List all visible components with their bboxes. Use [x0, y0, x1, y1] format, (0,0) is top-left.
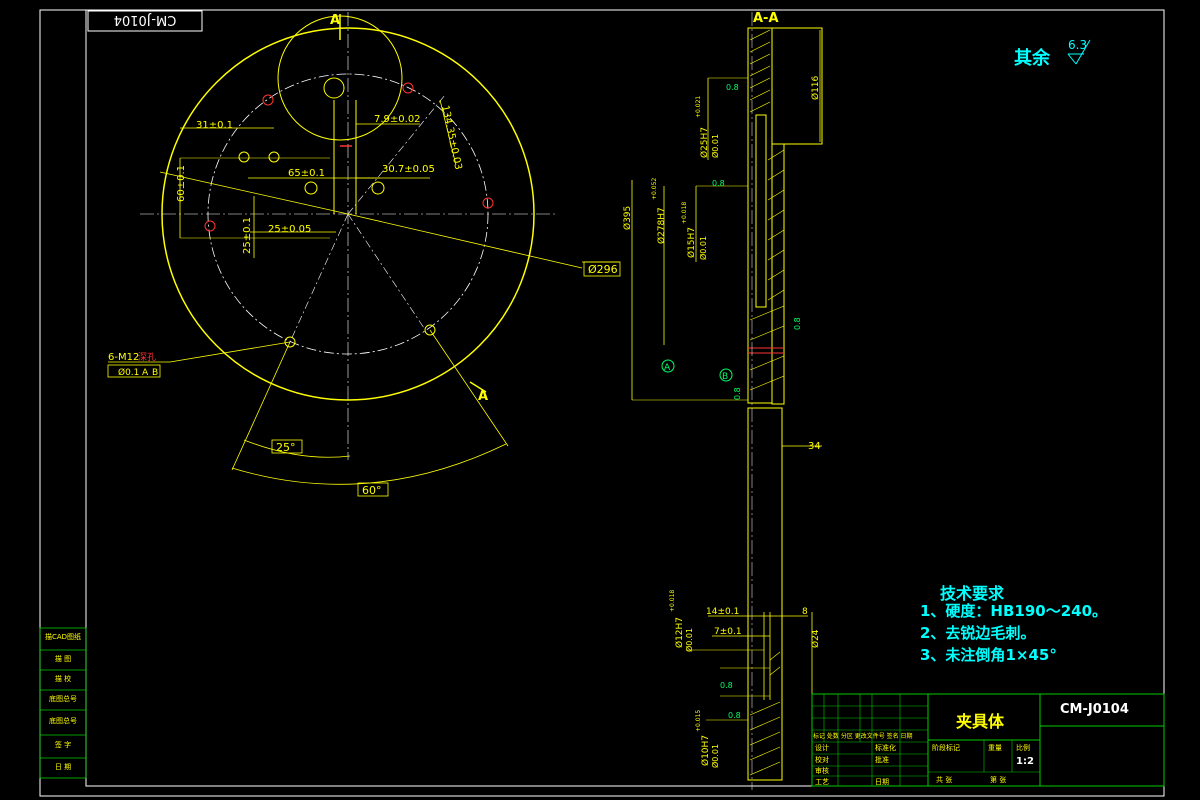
- dim-3: 134.35±0.03: [439, 104, 463, 170]
- sdim-22: Ø0.01: [710, 744, 720, 768]
- sdim-5: 0.8: [712, 179, 725, 188]
- side-stamp-3: 描 校: [54, 675, 72, 683]
- tech-requirement-3: 3、未注倒角1×45°: [920, 646, 1057, 664]
- locating-hole-2: [268, 151, 280, 163]
- sdim-17: Ø0.01: [684, 628, 694, 652]
- sdim-7: Ø278H7: [656, 207, 667, 244]
- section-label: A-A: [753, 11, 779, 26]
- inner-frame: [85, 9, 1165, 787]
- surface-finish-label: 其余: [1014, 48, 1050, 69]
- dim-5: 30.7±0.05: [382, 164, 435, 175]
- side-stamp-1: 描CAD图纸: [44, 633, 82, 641]
- dim-8: 25±0.05: [268, 224, 311, 235]
- dim-10b: 深孔: [138, 352, 156, 363]
- dim-7: 25±0.1: [242, 217, 253, 254]
- center-line-diag3: [347, 94, 446, 215]
- tb-header-row: 标记 处数 分区 更改文件号 签名 日期: [813, 733, 913, 740]
- drawing-code: CM-J0104: [1060, 702, 1129, 717]
- sdim-18: Ø24: [810, 629, 821, 648]
- dim-6: 60±0.1: [176, 165, 187, 202]
- sdim-1: Ø116: [810, 75, 821, 100]
- dim-1: 7.9±0.02: [374, 114, 421, 125]
- sdim-6: Ø395: [622, 206, 633, 230]
- sdim-21: Ø10H7: [700, 735, 711, 766]
- tb-review: 审核: [815, 767, 829, 775]
- sdim-16: Ø12H7: [674, 617, 685, 648]
- side-stamp-2: 描 图: [54, 655, 72, 663]
- dim-9: Ø296: [588, 263, 618, 276]
- front-view: A A 7.9±0.02 31±0.1 134.35±0.03 65±0.1 3…: [107, 12, 621, 497]
- datum-b: B: [722, 372, 728, 382]
- tb-process: 工艺: [815, 778, 829, 786]
- tb-standard: 标准化: [875, 744, 896, 752]
- locating-hole-4: [371, 181, 385, 195]
- tb-date: 日期: [875, 778, 889, 786]
- sdim-11: 0.8: [733, 387, 742, 400]
- angle-60: 60°: [362, 484, 382, 497]
- scale-value: 1:2: [1016, 756, 1034, 767]
- tb-total-sheets: 共 张: [936, 776, 953, 784]
- angle-25: 25°: [276, 441, 296, 454]
- datum-a: A: [664, 363, 671, 373]
- m12-hole-1: [262, 94, 274, 106]
- tb-check: 校对: [815, 756, 829, 764]
- sdim-12: 34: [808, 441, 821, 452]
- sdim-2: 0.8: [726, 83, 739, 92]
- sdim-8b: +0.018: [681, 202, 688, 224]
- dim-4: 65±0.1: [288, 168, 325, 179]
- sdim-10: 0.8: [793, 317, 802, 330]
- mirrored-code: CM-J0104: [114, 12, 177, 27]
- locating-hole-3: [304, 181, 318, 195]
- tb-sheet-no: 第 张: [990, 776, 1007, 784]
- section-mark-a-top: A: [330, 13, 340, 28]
- side-stamp-4: 底图总号: [49, 695, 77, 703]
- center-line-diag1: [347, 213, 425, 329]
- section-view: A B A-A Ø116 0.8 Ø25H7 +0.021 Ø0.01 0.8 …: [622, 11, 823, 790]
- sdim-20: 0.8: [728, 711, 741, 720]
- drawing-canvas: CM-J0104 A A 7.9±0.02 31±0.1 134.35±0.03…: [39, 9, 1165, 797]
- tech-requirement-1: 1、硬度：HB190～240。: [920, 602, 1108, 620]
- sdim-19: 0.8: [720, 681, 733, 690]
- dim-10: 6-M12: [108, 352, 139, 363]
- sdim-15: 7±0.1: [714, 627, 742, 637]
- tb-stage: 阶段标记: [932, 744, 960, 752]
- m12-hole-2: [402, 82, 414, 94]
- tb-scale: 比例: [1016, 744, 1030, 752]
- side-stamp-7: 日 期: [54, 763, 72, 771]
- sdim-9: Ø0.01: [698, 236, 708, 260]
- sdim-4: Ø0.01: [710, 134, 720, 158]
- pin-hole: [323, 77, 345, 99]
- dim-11: Ø0.1: [118, 367, 139, 378]
- sdim-8: Ø15H7: [686, 227, 697, 258]
- side-stamp-5: 底图总号: [49, 717, 77, 725]
- tb-approve: 批准: [875, 756, 889, 764]
- m12-hole-4: [204, 220, 216, 232]
- sdim-14: 8: [802, 607, 808, 617]
- surface-finish-value: 6.3: [1068, 38, 1088, 52]
- dim-2: 31±0.1: [196, 120, 233, 131]
- section-mark-a-bottom: A: [478, 389, 488, 404]
- tb-weight: 重量: [988, 744, 1002, 752]
- sdim-13: 14±0.1: [706, 607, 739, 617]
- tb-design: 设计: [815, 744, 829, 752]
- sdim-7b: +0.052: [651, 178, 658, 200]
- part-name: 夹具体: [956, 712, 1005, 731]
- sdim-3b: +0.021: [695, 96, 702, 118]
- sdim-3: Ø25H7: [699, 127, 710, 158]
- sdim-16b: +0.018: [669, 590, 676, 612]
- side-stamp-6: 签 字: [54, 741, 72, 749]
- dim-11b: B: [152, 368, 158, 378]
- tech-requirement-2: 2、去锐边毛刺。: [920, 624, 1036, 642]
- sdim-21b: +0.015: [695, 710, 702, 732]
- locating-hole-1: [238, 151, 250, 163]
- dim-11a: A: [142, 368, 149, 378]
